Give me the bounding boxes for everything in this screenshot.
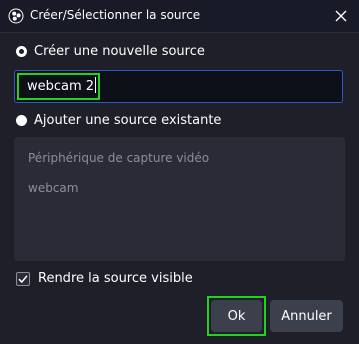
- create-new-label: Créer une nouvelle source: [34, 44, 205, 59]
- source-name-value: webcam 2: [27, 77, 97, 94]
- text-caret: [95, 77, 97, 93]
- create-new-radio[interactable]: [16, 46, 27, 57]
- close-icon: [335, 7, 347, 26]
- create-select-source-dialog: Créer/Sélectionner la source Créer une n…: [0, 0, 359, 344]
- existing-sources-list[interactable]: Périphérique de capture vidéo webcam: [14, 137, 345, 261]
- cancel-button[interactable]: Annuler: [270, 300, 343, 332]
- create-new-source-option[interactable]: Créer une nouvelle source: [16, 44, 205, 59]
- list-item[interactable]: Périphérique de capture vidéo: [28, 151, 209, 165]
- close-button[interactable]: [329, 4, 353, 28]
- window-title: Créer/Sélectionner la source: [30, 8, 201, 22]
- visible-option[interactable]: Rendre la source visible: [16, 271, 193, 286]
- title-bar: Créer/Sélectionner la source: [0, 0, 359, 33]
- checkmark-icon: [18, 274, 28, 283]
- add-existing-source-option[interactable]: Ajouter une source existante: [16, 113, 221, 128]
- source-name-input[interactable]: webcam 2: [14, 70, 343, 103]
- visible-label: Rendre la source visible: [38, 271, 193, 286]
- obs-logo-icon: [8, 8, 24, 24]
- add-existing-label: Ajouter une source existante: [34, 113, 222, 128]
- list-item[interactable]: webcam: [28, 181, 78, 195]
- visible-checkbox[interactable]: [16, 271, 30, 286]
- ok-button[interactable]: Ok: [211, 300, 262, 332]
- add-existing-radio[interactable]: [16, 115, 27, 126]
